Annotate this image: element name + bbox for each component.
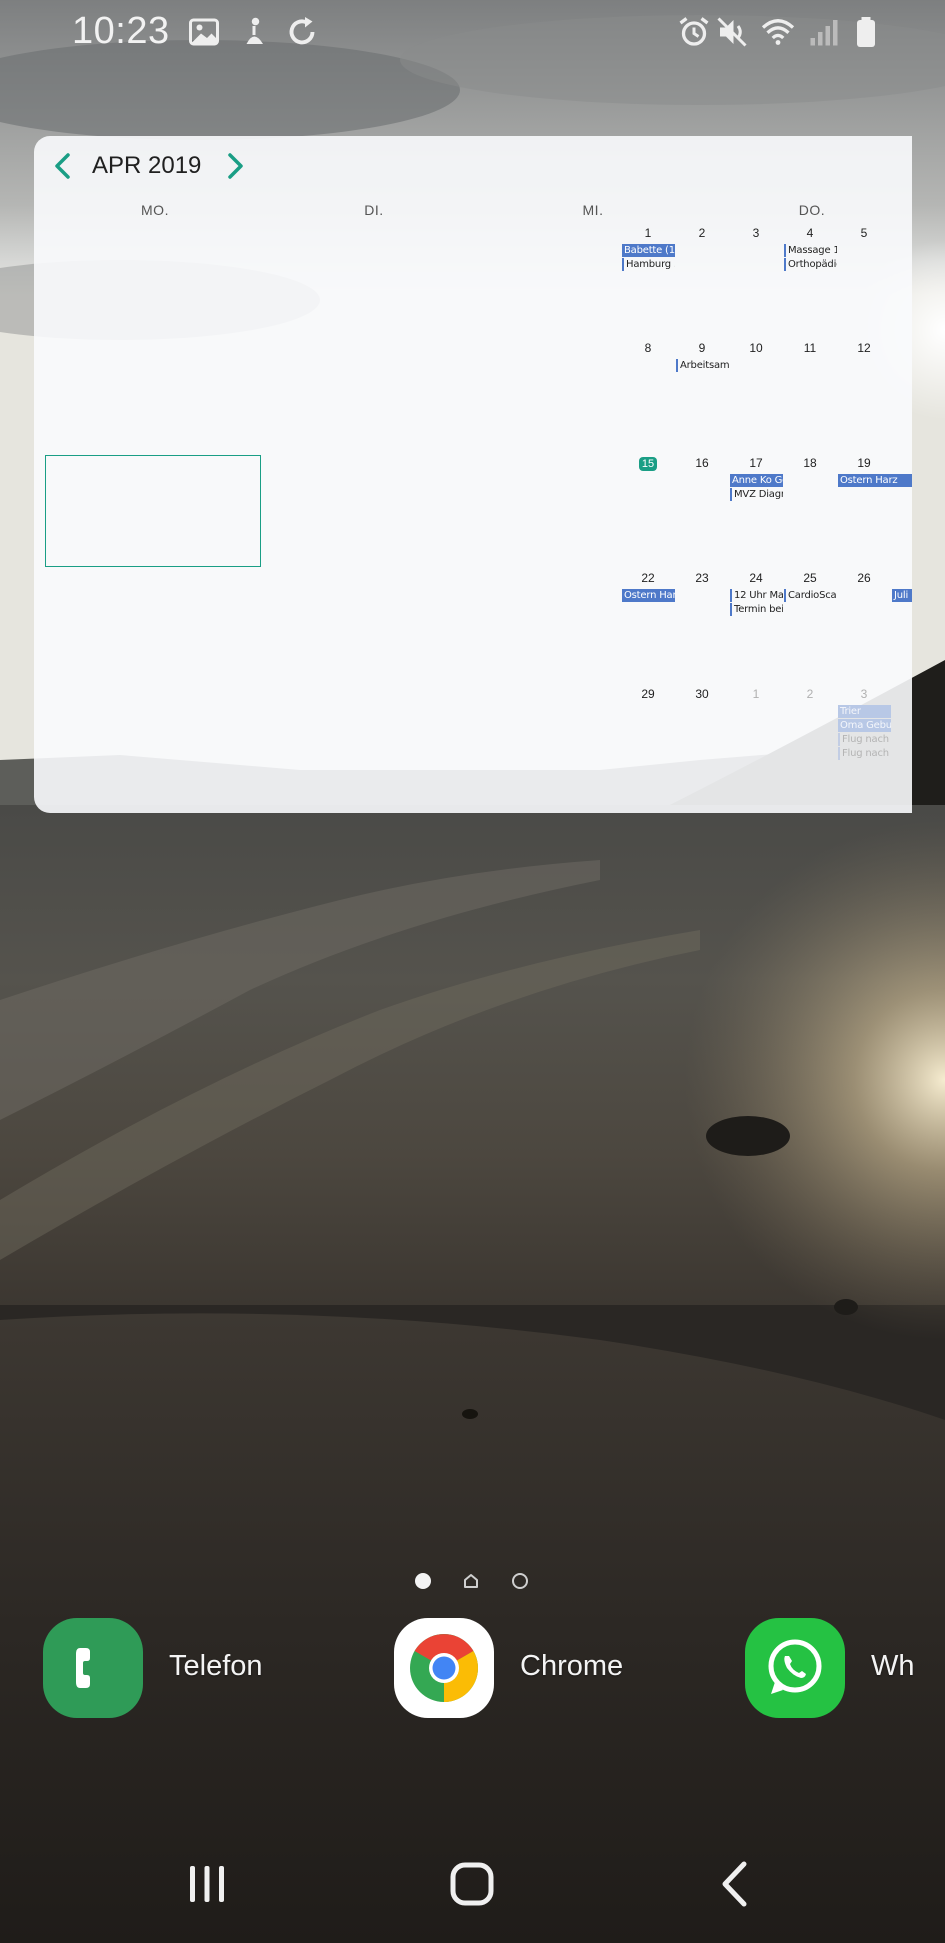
calendar-event[interactable]: Oma Gebui (838, 719, 891, 732)
image-icon (186, 14, 222, 50)
day-number[interactable]: 17 (729, 456, 783, 470)
calendar-event[interactable]: Hamburg . (622, 258, 675, 271)
calendar-event[interactable]: Orthopädie (784, 258, 837, 271)
page-indicator (0, 1570, 945, 1594)
home-page-indicator-icon[interactable] (462, 1572, 480, 1590)
day-number[interactable]: 8 (621, 341, 675, 355)
signal-icon (806, 14, 842, 50)
today-day-number[interactable]: 15 (621, 456, 675, 471)
day-number[interactable]: 18 (783, 456, 837, 470)
calendar-event[interactable]: Juli (892, 589, 912, 602)
alarm-icon (676, 14, 712, 50)
chrome-icon[interactable] (394, 1618, 494, 1718)
day-number[interactable]: 2 (783, 687, 837, 701)
home-icon[interactable] (442, 1854, 502, 1914)
app-label: Wh (871, 1650, 915, 1682)
calendar-event[interactable]: Ostern Harz (838, 474, 912, 487)
calendar-event[interactable]: Massage 1 (784, 244, 837, 257)
day-number[interactable]: 25 (783, 571, 837, 585)
weekday-label: MO. (141, 202, 169, 218)
calendar-event[interactable]: Babette (1! (622, 244, 675, 257)
day-number[interactable]: 2 (675, 226, 729, 240)
sync-icon (284, 14, 320, 50)
calendar-widget[interactable]: APR 2019 MO. DI. MI. DO. 1 Babette (1! Ham… (34, 136, 912, 813)
day-number[interactable]: 4 (783, 226, 837, 240)
calendar-event[interactable]: 12 Uhr Ma: (730, 589, 783, 602)
calendar-event[interactable]: Ostern Har (622, 589, 675, 602)
calendar-event[interactable]: Flug nach I (838, 733, 891, 746)
day-number[interactable]: 26 (837, 571, 891, 585)
day-number[interactable]: 16 (675, 456, 729, 470)
calendar-event[interactable]: MVZ Diagr (730, 488, 783, 501)
day-number[interactable]: 23 (675, 571, 729, 585)
month-title[interactable]: APR 2019 (92, 152, 201, 180)
day-number[interactable]: 29 (621, 687, 675, 701)
next-month-button[interactable] (220, 150, 250, 182)
day-number[interactable]: 3 (729, 226, 783, 240)
calendar-header: APR 2019 (34, 136, 912, 196)
day-number[interactable]: 22 (621, 571, 675, 585)
notification-icon (236, 14, 272, 50)
day-number[interactable]: 1 (621, 226, 675, 240)
navigation-bar (0, 1830, 945, 1943)
day-number[interactable]: 11 (783, 341, 837, 355)
back-icon[interactable] (707, 1854, 767, 1914)
mute-icon (714, 14, 750, 50)
dock-app-telefon[interactable]: Telefon (43, 1618, 303, 1718)
calendar-event[interactable]: Arbeitsamt (676, 359, 729, 372)
previous-month-button[interactable] (48, 150, 78, 182)
wifi-icon (760, 14, 796, 50)
day-number[interactable]: 24 (729, 571, 783, 585)
day-number[interactable]: 9 (675, 341, 729, 355)
recent-apps-icon[interactable] (177, 1854, 237, 1914)
status-clock: 10:23 (72, 10, 170, 52)
phone-icon[interactable] (43, 1618, 143, 1718)
battery-icon (848, 14, 884, 50)
day-number[interactable]: 3 (837, 687, 891, 701)
dock-app-chrome[interactable]: Chrome (394, 1618, 654, 1718)
selected-cell[interactable] (45, 455, 261, 567)
page-dot[interactable] (511, 1572, 529, 1590)
day-number[interactable]: 30 (675, 687, 729, 701)
calendar-event[interactable]: Flug nach I (838, 747, 891, 760)
calendar-event[interactable]: Anne Ko Ge (730, 474, 783, 487)
day-number[interactable]: 1 (729, 687, 783, 701)
day-number[interactable]: 10 (729, 341, 783, 355)
calendar-event[interactable]: CardioScar (784, 589, 837, 602)
whatsapp-icon[interactable] (745, 1618, 845, 1718)
app-label: Chrome (520, 1650, 624, 1682)
dock-app-whatsapp[interactable]: Wh (745, 1618, 945, 1718)
calendar-event[interactable]: Termin bei (730, 603, 783, 616)
page-dot-active[interactable] (414, 1572, 432, 1590)
status-bar: 10:23 (0, 0, 945, 64)
day-number[interactable]: 12 (837, 341, 891, 355)
day-number[interactable]: 5 (837, 226, 891, 240)
weekday-label: DO. (798, 202, 826, 218)
day-number[interactable]: 19 (837, 456, 891, 470)
app-label: Telefon (169, 1650, 263, 1682)
weekday-label: MI. (582, 202, 604, 218)
calendar-event[interactable]: Trier (838, 705, 891, 718)
weekday-label: DI. (364, 202, 384, 218)
